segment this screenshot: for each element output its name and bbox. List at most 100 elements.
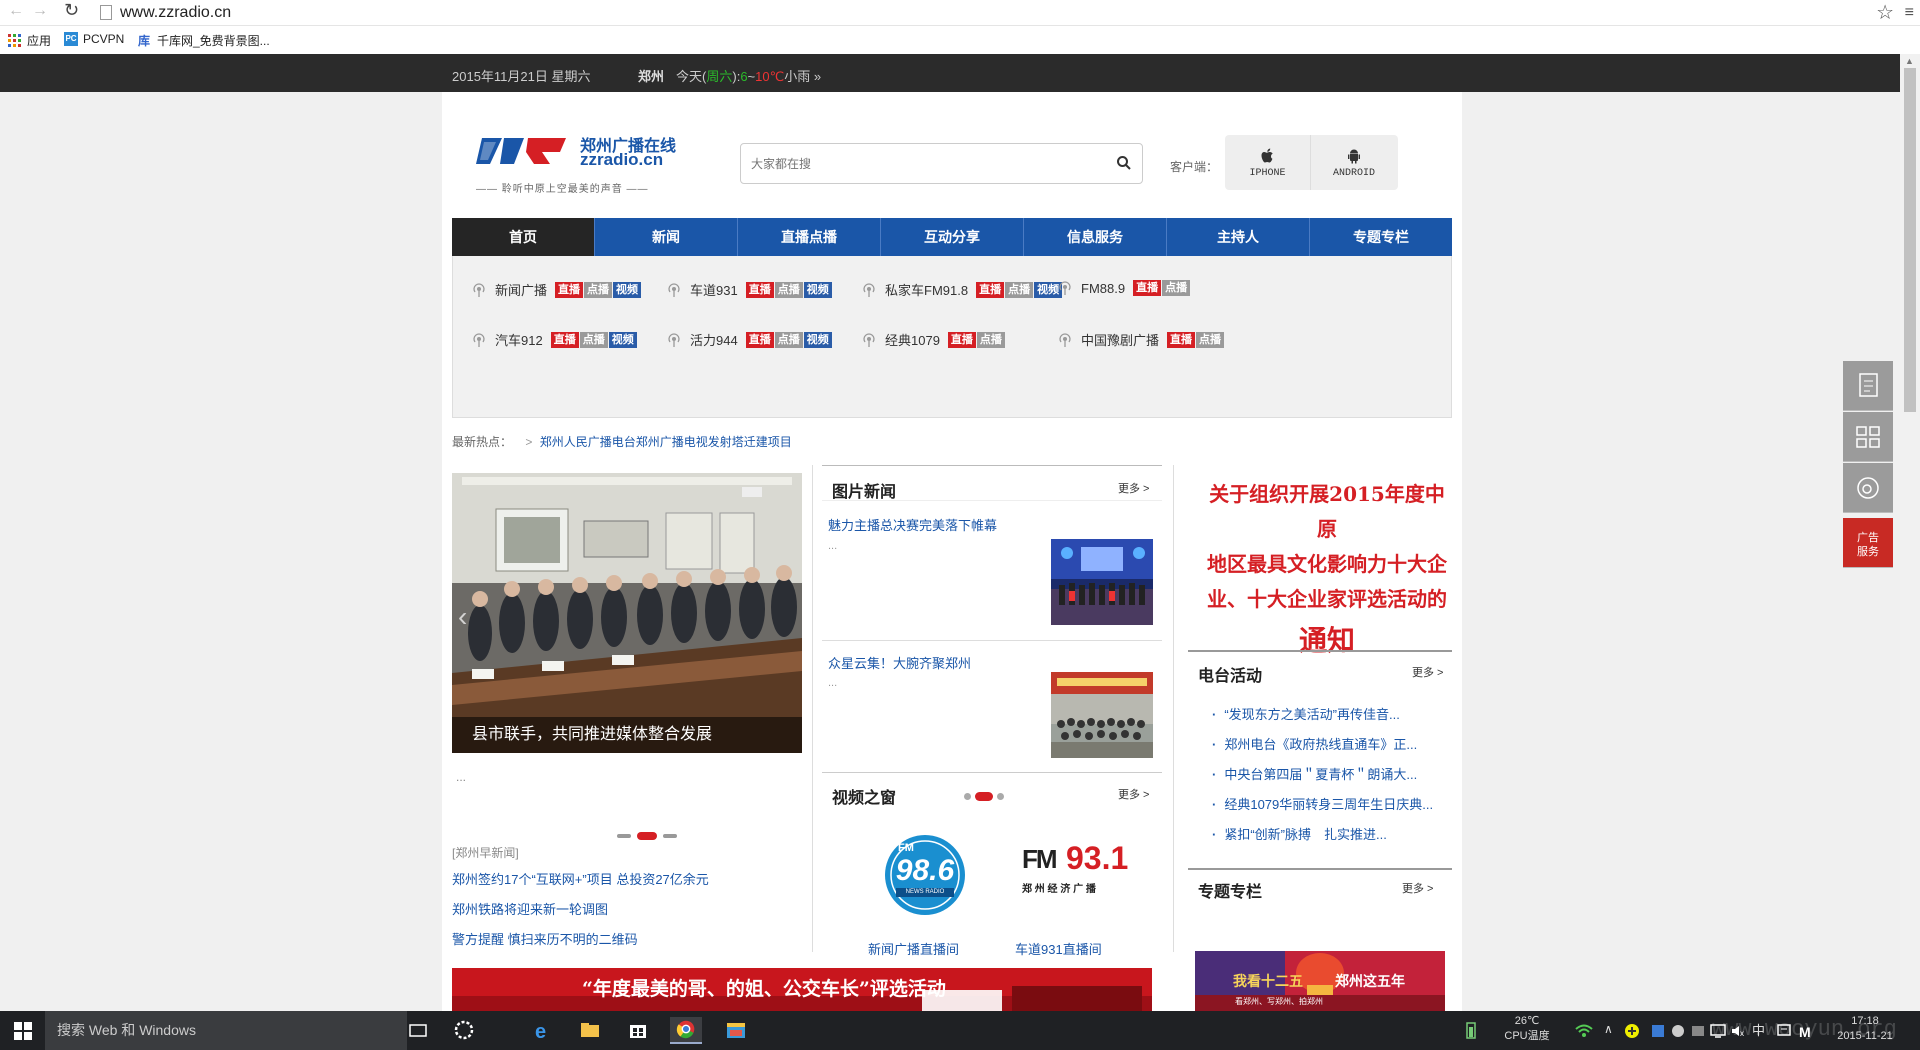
bookmark-qianku[interactable]: 库 千库网_免费背景图... <box>138 32 270 49</box>
station-tag-button[interactable]: 直播 <box>1167 331 1196 348</box>
bookmark-pcvpn[interactable]: PC PCVPN <box>64 32 124 46</box>
fm931-logo[interactable]: FM 93.1 郑 州 经 济 广 播 <box>1020 838 1130 898</box>
station-tag-button[interactable]: 视频 <box>613 281 642 298</box>
carousel-dot-active[interactable] <box>975 792 993 801</box>
list-item[interactable]: 郑州签约17个“互联网+”项目 总投资27亿余元 <box>452 869 709 888</box>
video-window-more-link[interactable]: 更多 > <box>1118 786 1149 802</box>
ad-service-button[interactable]: 广告 服务 <box>1843 518 1893 568</box>
station-item[interactable]: 私家车FM91.8 直播 点播 视频 <box>861 280 1063 299</box>
android-client-button[interactable]: ANDROID <box>1311 135 1397 190</box>
station-name[interactable]: 车道931 <box>690 280 738 299</box>
fm986-logo[interactable]: FM 98.6 NEWS RADIO <box>882 832 968 918</box>
station-tag-button[interactable]: 直播 <box>976 281 1005 298</box>
windows-start-icon[interactable] <box>14 1022 32 1040</box>
forward-arrow-icon[interactable]: → <box>32 2 48 20</box>
carousel-dot[interactable] <box>964 793 971 800</box>
hot-news-link[interactable]: 郑州人民广播电台郑州广播电视发射塔迁建项目 <box>540 435 792 449</box>
page-scrollbar[interactable]: ▲ <box>1900 54 1920 1011</box>
slider-dot-active[interactable] <box>637 832 657 840</box>
station-tag-button[interactable]: 视频 <box>803 281 832 298</box>
station-tag-button[interactable]: 点播 <box>1162 280 1191 296</box>
station-tag-button[interactable]: 直播 <box>550 331 579 348</box>
chrome-icon[interactable] <box>670 1017 702 1044</box>
tray-app-icon[interactable] <box>1650 1023 1666 1039</box>
list-item[interactable]: 警方提醒 慎扫来历不明的二维码 <box>452 929 709 948</box>
list-item[interactable]: 紧扣“创新”脉搏 扎实推进... <box>1212 824 1433 843</box>
slider-dot[interactable] <box>663 834 677 838</box>
station-tag-button[interactable]: 点播 <box>1005 281 1034 298</box>
station-tag-button[interactable]: 直播 <box>1133 280 1162 296</box>
nav-news[interactable]: 新闻 <box>595 218 738 256</box>
station-tag-button[interactable]: 直播 <box>745 281 774 298</box>
weibo-button[interactable] <box>1843 463 1893 513</box>
nav-live[interactable]: 直播点播 <box>738 218 881 256</box>
station-tag-button[interactable]: 点播 <box>976 331 1005 348</box>
station-tag-button[interactable]: 点播 <box>584 281 613 298</box>
station-tag-button[interactable]: 点播 <box>774 331 803 348</box>
photo-news-thumb[interactable] <box>1051 672 1153 758</box>
notice-headline[interactable]: 关于组织开展2015年度中原 地区最具文化影响力十大企 业、十大企业家评选活动的… <box>1202 477 1452 661</box>
grid-button[interactable] <box>1843 412 1893 462</box>
station-name[interactable]: 活力944 <box>690 330 738 349</box>
station-tag-button[interactable]: 视频 <box>608 331 637 348</box>
list-item[interactable]: 中央台第四届＂夏青杯＂朗诵大... <box>1212 764 1433 783</box>
app-window-icon[interactable] <box>720 1017 752 1044</box>
battery-icon[interactable] <box>1466 1020 1476 1040</box>
site-logo[interactable]: 郑州广播在线 zzradio.cn —— 聆听中原上空最美的声音 —— <box>476 130 716 200</box>
list-item[interactable]: 郑州电台《政府热线直通车》正... <box>1212 734 1433 753</box>
nav-topics[interactable]: 专题专栏 <box>1310 218 1452 256</box>
slider-dot[interactable] <box>617 834 631 838</box>
list-item[interactable]: “发现东方之美活动”再传佳音... <box>1212 704 1433 723</box>
photo-news-item-title[interactable]: 众星云集！大腕齐聚郑州 <box>828 653 971 672</box>
topics-more-link[interactable]: 更多 > <box>1402 880 1433 896</box>
scrollbar-thumb[interactable] <box>1904 68 1916 412</box>
task-view-icon[interactable] <box>402 1017 434 1044</box>
list-item[interactable]: 郑州铁路将迎来新一轮调图 <box>452 899 709 918</box>
station-item[interactable]: 新闻广播 直播 点播 视频 <box>471 280 642 299</box>
edge-icon[interactable]: e <box>526 1017 558 1044</box>
address-bar[interactable]: www.zzradio.cn <box>120 0 231 26</box>
station-item[interactable]: 活力944 直播 点播 视频 <box>666 330 832 349</box>
back-arrow-icon[interactable]: ← <box>8 2 24 20</box>
headline-slider[interactable]: ‹ 县市联手，共同推进媒体整合发展 <box>452 473 802 753</box>
store-icon[interactable] <box>622 1017 654 1044</box>
nav-hosts[interactable]: 主持人 <box>1167 218 1310 256</box>
station-name[interactable]: 私家车FM91.8 <box>885 280 968 299</box>
photo-news-more-link[interactable]: 更多 > <box>1118 480 1149 496</box>
station-tag-button[interactable]: 点播 <box>579 331 608 348</box>
station-tag-button[interactable]: 视频 <box>803 331 832 348</box>
iphone-client-button[interactable]: IPHONE <box>1225 135 1311 190</box>
list-item[interactable]: 经典1079华丽转身三周年生日庆典... <box>1212 794 1433 813</box>
slider-caption[interactable]: 县市联手，共同推进媒体整合发展 <box>452 717 802 753</box>
tray-app-icon[interactable] <box>1624 1023 1640 1039</box>
bookmark-apps[interactable]: 应用 <box>8 32 51 49</box>
nav-interact[interactable]: 互动分享 <box>881 218 1024 256</box>
station-tag-button[interactable]: 点播 <box>1196 331 1225 348</box>
bottom-banner[interactable]: “年度最美的哥、的姐、公交车长”评选活动 <box>452 968 1152 1011</box>
nav-home[interactable]: 首页 <box>452 218 595 256</box>
video-caption[interactable]: 新闻广播直播间 <box>868 939 959 958</box>
weather-more-icon[interactable]: » <box>814 69 821 84</box>
reload-icon[interactable]: ↻ <box>64 0 79 21</box>
station-tag-button[interactable]: 直播 <box>947 331 976 348</box>
topics-banner[interactable]: 我看十二五 郑州这五年 看郑州、写郑州、拍郑州 <box>1195 951 1445 1011</box>
photo-news-thumb[interactable] <box>1051 539 1153 625</box>
tray-app-icon[interactable] <box>1690 1023 1706 1039</box>
station-item[interactable]: 经典1079 直播 点播 <box>861 330 1005 349</box>
video-caption[interactable]: 车道931直播间 <box>1015 939 1102 958</box>
station-item[interactable]: 中国豫剧广播 直播 点播 <box>1057 330 1225 349</box>
photo-news-item-title[interactable]: 魅力主播总决赛完美落下帷幕 <box>828 515 997 534</box>
station-item[interactable]: FM88.9 直播 点播 <box>1057 280 1191 296</box>
bookmark-star-icon[interactable]: ☆ <box>1876 0 1894 26</box>
feedback-button[interactable] <box>1843 361 1893 411</box>
station-name[interactable]: 经典1079 <box>885 330 940 349</box>
station-name[interactable]: 新闻广播 <box>495 280 547 299</box>
tray-expand-icon[interactable]: ∧ <box>1604 1022 1613 1037</box>
wifi-icon[interactable] <box>1574 1021 1594 1039</box>
station-tag-button[interactable]: 点播 <box>774 281 803 298</box>
menu-icon[interactable]: ≡ <box>1905 4 1914 22</box>
station-tag-button[interactable]: 直播 <box>555 281 584 298</box>
taskbar-search[interactable]: 搜索 Web 和 Windows <box>45 1011 407 1050</box>
topbar-city[interactable]: 郑州 <box>638 66 664 85</box>
station-name[interactable]: 汽车912 <box>495 330 543 349</box>
